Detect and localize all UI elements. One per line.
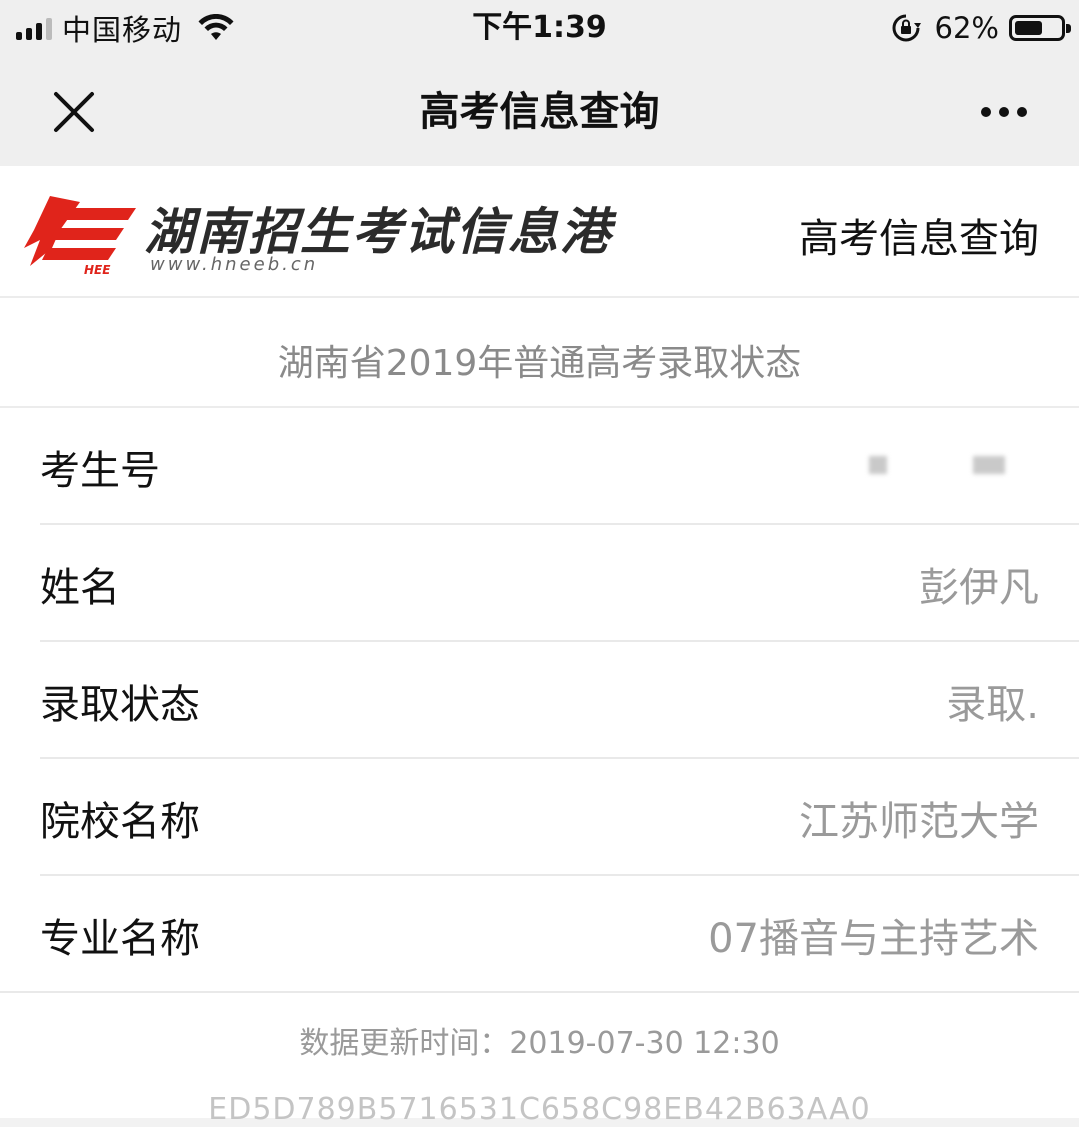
row-value: 录取. xyxy=(946,682,1039,728)
logo-url: www.hneeb.cn xyxy=(150,254,319,275)
battery-icon xyxy=(1009,15,1071,41)
close-icon xyxy=(54,92,94,132)
info-list: 考生号 姓名 彭伊凡 录取状态 录取. 院校名称 江苏师范大学 专业名称 07播… xyxy=(0,408,1079,993)
row-label: 录取状态 xyxy=(40,682,200,728)
row-value: 彭伊凡 xyxy=(919,565,1039,611)
battery-percent: 62% xyxy=(934,11,999,45)
hash-code: ED5D789B5716531C658C98EB42B63AA0 xyxy=(208,1092,871,1127)
row-value: 07播音与主持艺术 xyxy=(708,916,1039,962)
close-button[interactable] xyxy=(44,82,104,142)
info-row-exam-number: 考生号 xyxy=(40,408,1079,525)
status-bar: 中国移动 下午1:39 62% xyxy=(0,0,1079,56)
logo-badge-text: HEE xyxy=(84,263,111,276)
more-button[interactable] xyxy=(969,84,1039,140)
nav-bar: 高考信息查询 xyxy=(0,56,1079,166)
status-right: 62% xyxy=(891,8,1071,48)
section-title: 湖南省2019年普通高考录取状态 xyxy=(0,298,1079,408)
more-dot-icon xyxy=(999,107,1009,117)
update-time: 数据更新时间：2019-07-30 12:30 xyxy=(299,1026,780,1061)
main-content: 湖南省2019年普通高考录取状态 考生号 姓名 彭伊凡 录取状态 录取. 院校名… xyxy=(0,298,1079,1118)
more-dot-icon xyxy=(1017,107,1027,117)
site-header: HEE 湖南招生考试信息港 www.hneeb.cn 高考信息查询 xyxy=(0,166,1079,298)
row-label: 考生号 xyxy=(40,448,160,494)
info-row-major-name: 专业名称 07播音与主持艺术 xyxy=(0,876,1079,993)
info-row-school-name: 院校名称 江苏师范大学 xyxy=(40,759,1079,876)
info-row-admission-status: 录取状态 录取. xyxy=(40,642,1079,759)
info-row-name: 姓名 彭伊凡 xyxy=(40,525,1079,642)
header-query-link[interactable]: 高考信息查询 xyxy=(799,206,1039,264)
row-label: 专业名称 xyxy=(40,916,200,962)
row-label: 姓名 xyxy=(40,565,120,611)
orientation-lock-icon xyxy=(892,14,921,42)
row-value: 江苏师范大学 xyxy=(799,799,1039,845)
battery-fill xyxy=(1015,21,1043,35)
row-label: 院校名称 xyxy=(40,799,200,845)
hee-logo-icon: HEE xyxy=(24,196,136,276)
more-dot-icon xyxy=(981,107,991,117)
nav-title: 高考信息查询 xyxy=(419,89,660,135)
exam-number-redacted xyxy=(869,442,1019,492)
